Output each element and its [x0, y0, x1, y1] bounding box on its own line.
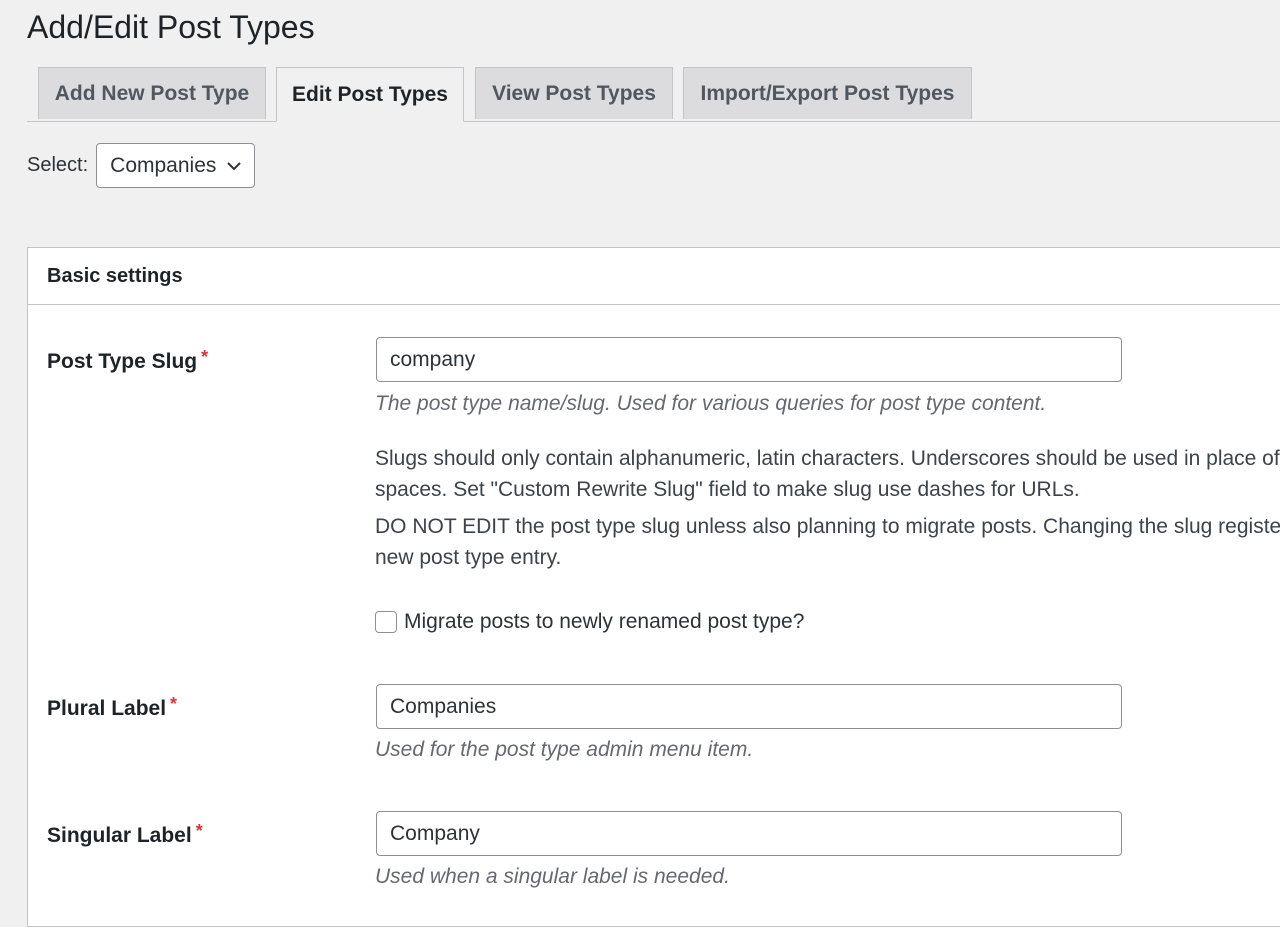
slug-note-line-1: Slugs should only contain alphanumeric, … — [375, 447, 1280, 470]
post-type-select[interactable]: Companies — [96, 143, 256, 188]
migrate-posts-row: Migrate posts to newly renamed post type… — [375, 610, 804, 634]
tab-import-export-post-types[interactable]: Import/Export Post Types — [683, 67, 972, 119]
post-type-selector: Select: Companies — [27, 143, 256, 188]
chevron-down-icon — [227, 161, 241, 170]
migrate-posts-label[interactable]: Migrate posts to newly renamed post type… — [404, 610, 804, 634]
singular-label-input[interactable] — [376, 811, 1122, 856]
tab-edit-post-types[interactable]: Edit Post Types — [276, 67, 464, 122]
migrate-posts-checkbox[interactable] — [375, 611, 397, 633]
slug-warning-line-2: new post type entry. — [375, 546, 562, 569]
plural-label-label: Plural Label * — [47, 694, 177, 721]
page-title: Add/Edit Post Types — [27, 9, 315, 45]
post-type-slug-description: The post type name/slug. Used for variou… — [375, 392, 1047, 415]
required-marker: * — [201, 347, 209, 367]
plural-label-input[interactable] — [376, 684, 1122, 729]
singular-label-description: Used when a singular label is needed. — [375, 865, 730, 888]
select-value: Companies — [110, 153, 217, 177]
singular-label-label-text: Singular Label — [47, 824, 192, 847]
singular-label-label: Singular Label * — [47, 821, 203, 848]
nav-tabs: Add New Post Type Edit Post Types View P… — [27, 67, 1280, 122]
basic-settings-panel: Basic settings Post Type Slug* The post … — [27, 247, 1280, 927]
required-marker: * — [195, 821, 203, 841]
slug-note-line-2: spaces. Set "Custom Rewrite Slug" field … — [375, 478, 1080, 501]
select-label: Select: — [27, 154, 89, 176]
panel-title: Basic settings — [28, 248, 1280, 305]
post-type-slug-input[interactable] — [376, 337, 1122, 382]
tab-view-post-types[interactable]: View Post Types — [475, 67, 673, 119]
required-marker: * — [170, 694, 178, 714]
post-type-slug-label: Post Type Slug * — [47, 347, 208, 374]
plural-label-label-text: Plural Label — [47, 697, 167, 720]
post-type-slug-label-text: Post Type Slug — [47, 350, 198, 373]
plural-label-description: Used for the post type admin menu item. — [375, 738, 754, 761]
slug-warning-line-1: DO NOT EDIT the post type slug unless al… — [375, 515, 1280, 538]
tab-add-new-post-type[interactable]: Add New Post Type — [38, 67, 266, 119]
